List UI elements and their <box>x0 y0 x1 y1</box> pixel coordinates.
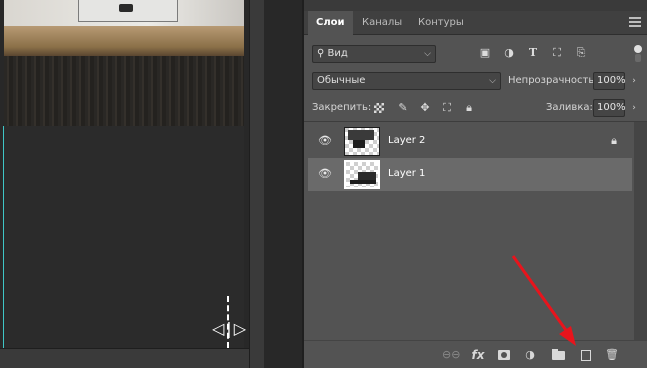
lock-all-icon[interactable]: 🔒︎ <box>462 101 476 115</box>
type-filter-icon[interactable]: T <box>526 46 540 60</box>
image-filter-icon[interactable]: ▣ <box>478 46 492 60</box>
opacity-label: Непрозрачность: <box>508 75 598 86</box>
chevron-down-icon: ⌵ <box>489 76 496 86</box>
lock-position-icon[interactable]: ✥ <box>418 101 432 115</box>
chevron-down-icon: ⌵ <box>424 49 431 59</box>
fx-icon[interactable]: fx <box>470 347 486 363</box>
layer-name[interactable]: Layer 2 <box>388 135 425 146</box>
lock-label: Закрепить: <box>312 102 372 113</box>
trash-icon[interactable]: 🗑︎ <box>604 347 620 363</box>
panel-header-strip[interactable] <box>304 0 647 11</box>
search-icon: ⚲ <box>317 48 328 59</box>
fill-dropdown-arrow-icon[interactable]: › <box>628 99 640 117</box>
tab-paths[interactable]: Контуры <box>410 11 472 35</box>
tab-channels[interactable]: Каналы <box>354 11 410 35</box>
blend-mode-value: Обычные <box>317 75 366 86</box>
eye-visibility-icon[interactable]: 👁︎ <box>317 134 333 148</box>
eye-visibility-icon[interactable]: 👁︎ <box>317 167 333 181</box>
layer-row-layer-1[interactable]: 👁︎ Layer 1 <box>308 158 632 191</box>
panel-menu-icon[interactable] <box>629 17 641 27</box>
photo-device <box>78 0 178 22</box>
horizontal-scrollbar[interactable] <box>0 348 249 368</box>
shape-filter-icon[interactable]: ⛶ <box>550 46 564 60</box>
canvas-image <box>4 0 244 126</box>
guide-line <box>3 126 4 348</box>
canvas-empty-area <box>4 126 244 348</box>
canvas-area[interactable]: ◁|▷ <box>0 0 249 368</box>
link-layers-icon[interactable]: ⊖⊖ <box>442 347 460 363</box>
photo-table <box>4 26 244 56</box>
adjustment-filter-icon[interactable]: ◑ <box>502 46 516 60</box>
lock-image-pixels-icon[interactable]: ✎ <box>396 101 410 115</box>
layers-bottom-toolbar: ⊖⊖ fx ◑ 🗑︎ <box>304 340 647 368</box>
opacity-field[interactable]: 100% <box>593 72 626 90</box>
workspace-gutter <box>264 0 304 368</box>
blend-mode-select[interactable]: Обычные ⌵ <box>312 72 501 90</box>
vertical-scrollbar[interactable] <box>249 0 264 368</box>
fill-label: Заливка: <box>546 102 593 113</box>
new-layer-icon[interactable] <box>578 347 594 363</box>
layer-thumbnail[interactable] <box>344 160 380 189</box>
lock-icon: 🔒︎ <box>611 134 617 147</box>
fill-field[interactable]: 100% <box>593 99 626 117</box>
filter-kind-select[interactable]: ⚲ Вид ⌵ <box>312 45 436 63</box>
layers-panel: Слои Каналы Контуры ⚲ Вид ⌵ ▣ ◑ T ⛶ ⎘ Об… <box>304 0 647 368</box>
smart-object-filter-icon[interactable]: ⎘ <box>574 46 588 60</box>
filter-kind-label: Вид <box>327 48 348 59</box>
divider <box>304 121 647 122</box>
group-folder-icon[interactable] <box>550 347 566 363</box>
layer-name[interactable]: Layer 1 <box>388 168 425 179</box>
lock-transparent-pixels-icon[interactable] <box>372 101 386 115</box>
filter-toggle-switch[interactable] <box>634 45 642 63</box>
layer-thumbnail[interactable] <box>344 127 380 156</box>
tab-layers[interactable]: Слои <box>308 11 353 35</box>
layer-row-layer-2[interactable]: 👁︎ Layer 2 🔒︎ <box>308 125 632 158</box>
adjustment-layer-icon[interactable]: ◑ <box>522 347 538 363</box>
photo-dark-area <box>4 56 244 126</box>
layers-scrollbar[interactable] <box>634 122 647 340</box>
layer-mask-icon[interactable] <box>496 347 512 363</box>
lock-artboard-icon[interactable]: ⛶ <box>440 101 454 115</box>
resize-cursor-icon: ◁|▷ <box>212 319 248 338</box>
opacity-dropdown-arrow-icon[interactable]: › <box>628 72 640 90</box>
panel-tab-bar: Слои Каналы Контуры <box>304 11 647 35</box>
